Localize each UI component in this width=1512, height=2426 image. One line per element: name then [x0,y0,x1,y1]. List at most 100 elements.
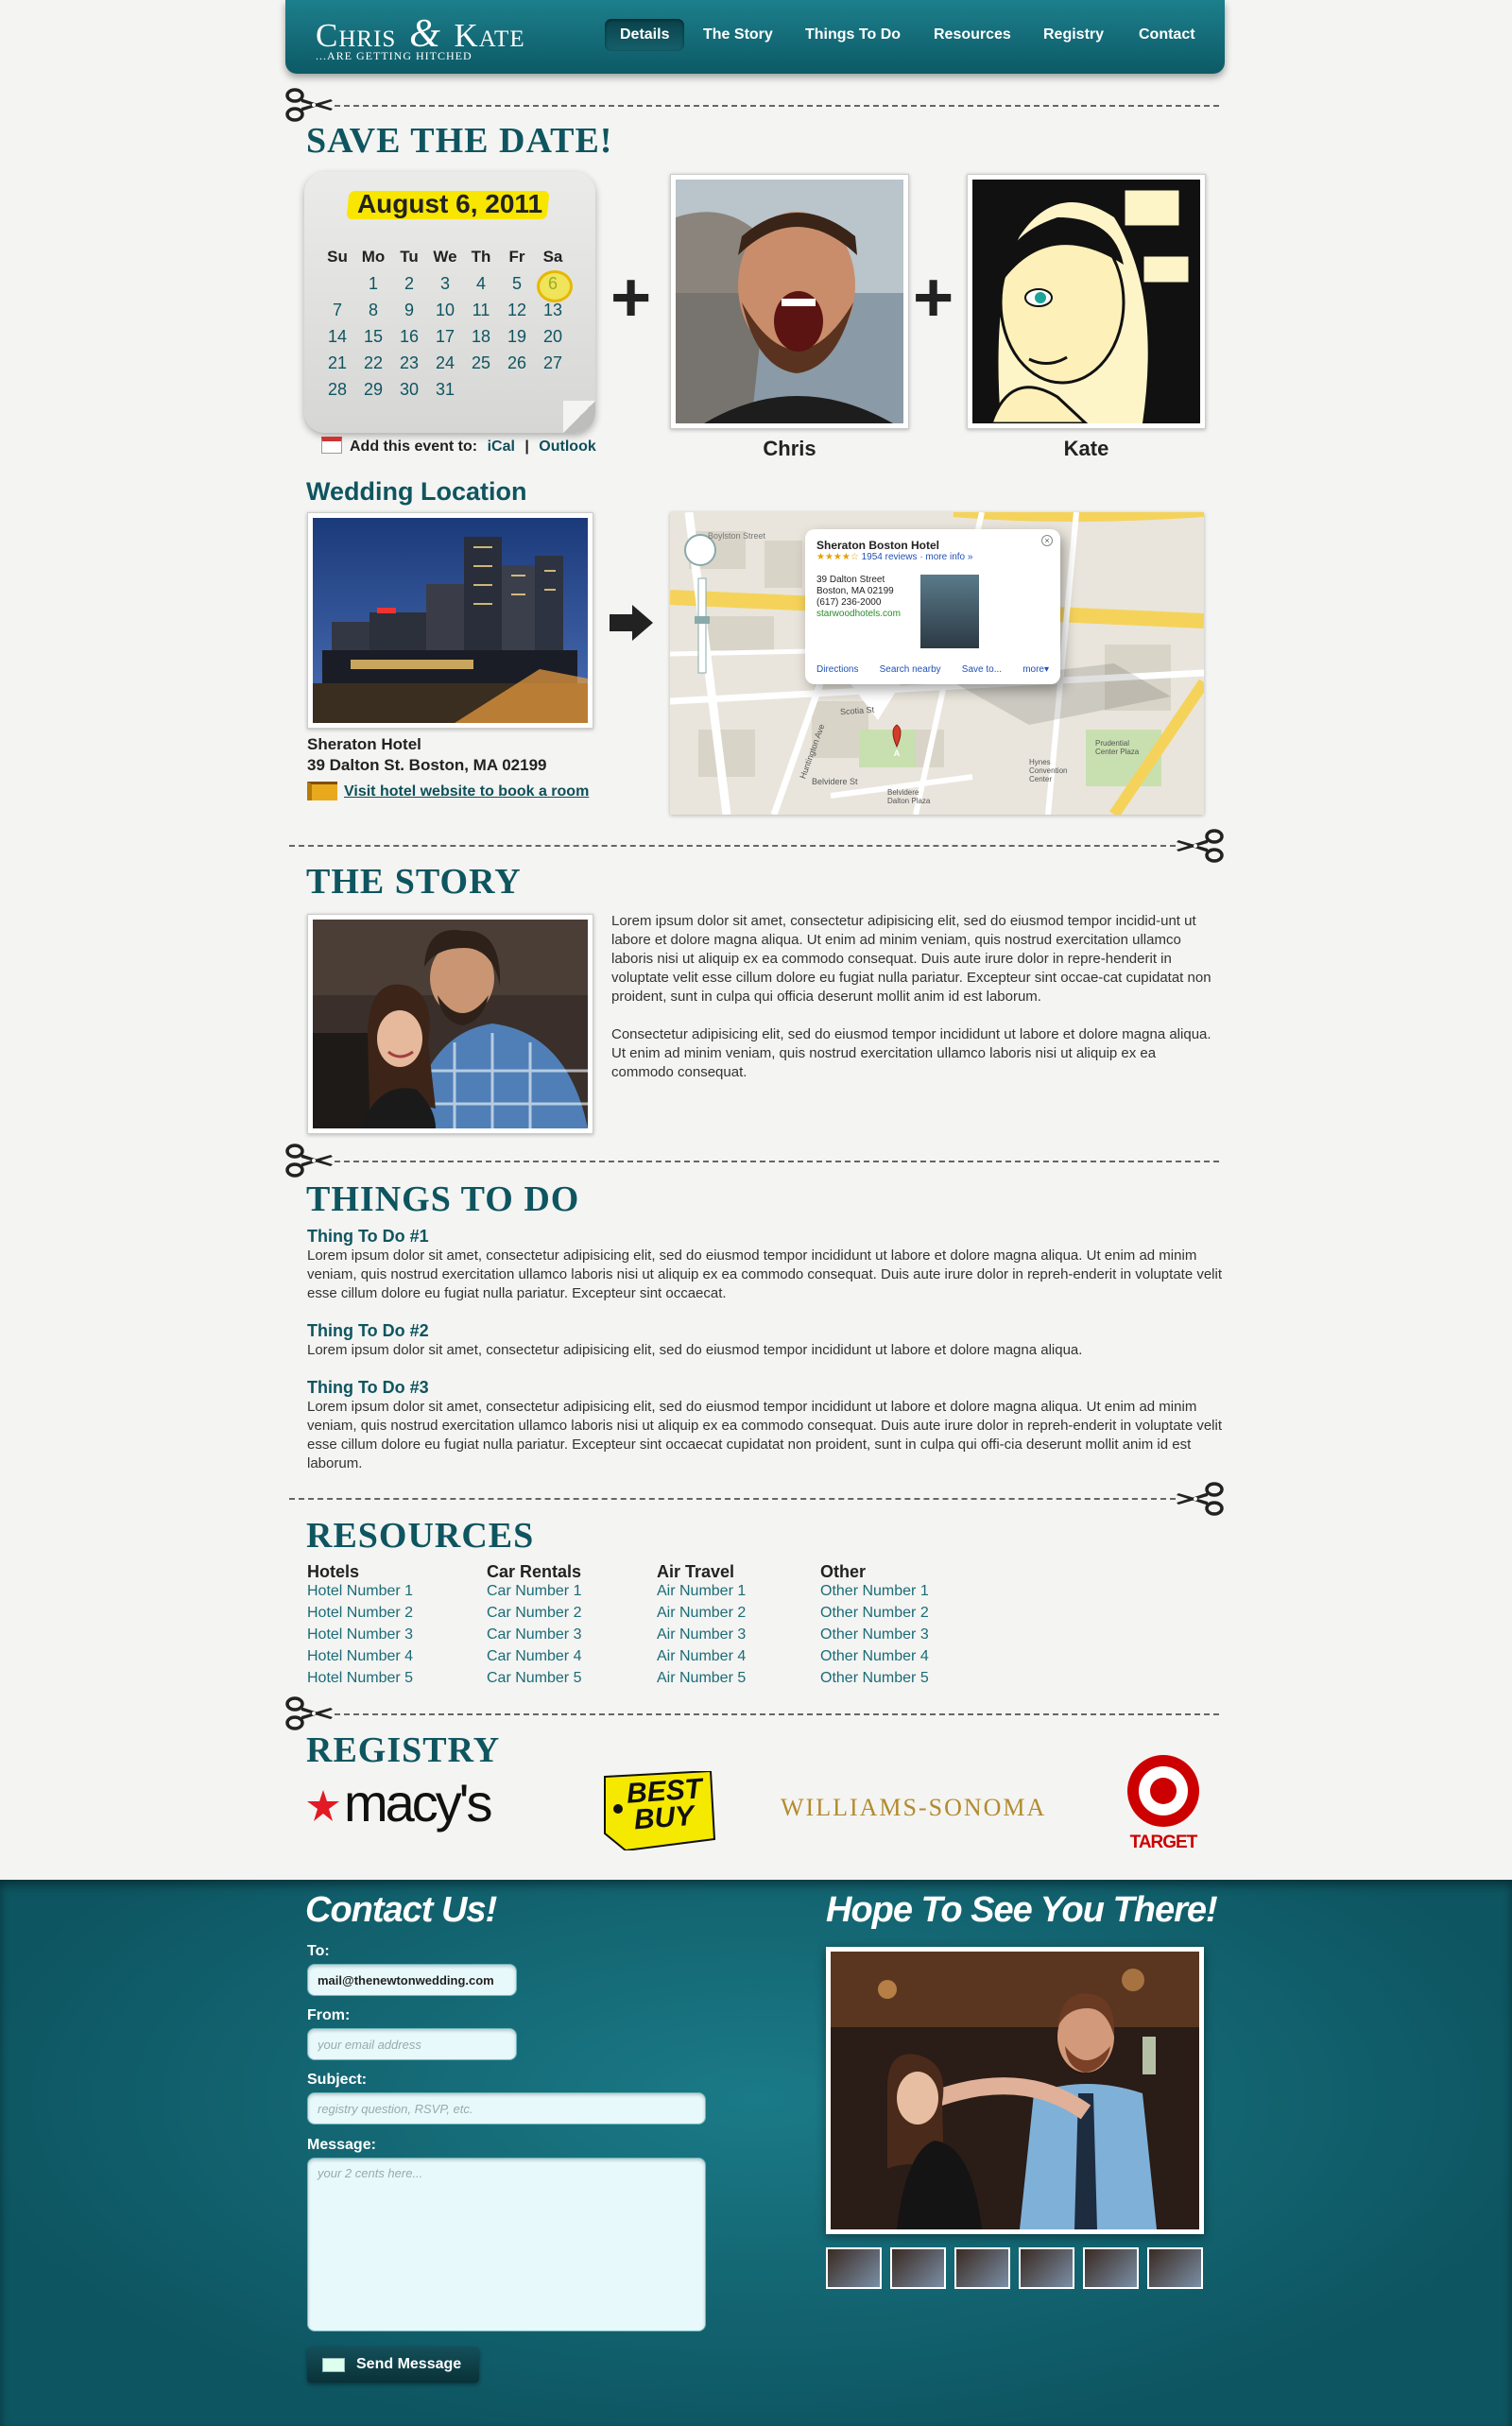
resource-link[interactable]: Other Number 2 [820,1605,929,1622]
thing-text-2: Lorem ipsum dolor sit amet, consectetur … [307,1342,1083,1358]
resource-link[interactable]: Other Number 3 [820,1626,929,1643]
highlighted-day-circle [537,270,573,302]
close-icon[interactable]: × [1041,535,1053,546]
calendar-day: 19 [507,327,527,346]
nav-things-to-do[interactable]: Things To Do [790,19,916,51]
calendar-day: 5 [511,274,522,293]
page-curl [563,401,595,433]
to-field[interactable]: mail@thenewtonwedding.com [307,1964,517,1996]
resource-link[interactable]: Air Number 4 [657,1648,746,1665]
map-more-info-link[interactable]: · more info » [919,552,972,562]
map-search-nearby-link[interactable]: Search nearby [880,664,941,675]
calendar-widget: August 6, 2011 SuMoTuWeThFrSa12345678910… [304,172,595,433]
weekday-mo: Mo [361,248,386,266]
hotel-info: Sheraton Hotel 39 Dalton St. Boston, MA … [307,734,546,776]
resource-heading: Hotels [307,1562,360,1581]
map-phone: (617) 236-2000 [816,597,882,608]
target-bullseye-icon [1127,1755,1199,1827]
resource-link[interactable]: Hotel Number 3 [307,1626,413,1643]
map-street-4: Belvidere St [812,777,858,786]
add-event-bar: Add this event to: iCal | Outlook [321,437,596,456]
macys-star-icon [307,1790,339,1821]
from-field[interactable] [307,2028,517,2060]
nav-resources[interactable]: Resources [919,19,1026,51]
hotel-name: Sheraton Hotel [307,735,421,753]
weekday-su: Su [327,248,348,266]
send-button-label: Send Message [356,2356,462,2372]
visit-hotel-link[interactable]: Visit hotel website to book a room [344,783,589,800]
gallery-thumbnail[interactable] [954,2247,1010,2289]
google-map[interactable]: Boylston Street Scotia St Huntington Ave… [670,512,1204,815]
resource-link[interactable]: Car Number 5 [487,1670,581,1687]
nav-details[interactable]: Details [605,19,685,51]
map-save-link[interactable]: Save to... [962,664,1002,675]
thing-text-1: Lorem ipsum dolor sit amet, consectetur … [307,1247,1223,1301]
resource-link[interactable]: Air Number 1 [657,1583,746,1600]
gallery-thumbnail[interactable] [1083,2247,1139,2289]
calendar-day: 28 [327,380,348,399]
resource-link[interactable]: Other Number 1 [820,1583,929,1600]
resource-link[interactable]: Car Number 4 [487,1648,581,1665]
resource-link[interactable]: Car Number 1 [487,1583,581,1600]
resource-link[interactable]: Air Number 2 [657,1605,746,1622]
target-logo[interactable]: TARGET [1121,1753,1206,1857]
map-website-link[interactable]: starwoodhotels.com [816,609,901,620]
calendar-day: 7 [332,301,342,319]
resource-link[interactable]: Hotel Number 2 [307,1605,413,1622]
calendar-date: August 6, 2011 [356,189,543,218]
section-title-resources: Resources [306,1516,535,1556]
rating-stars: ★★★★☆ [816,552,859,562]
section-divider [335,1713,1219,1715]
to-label: To: [307,1943,330,1959]
map-more-link[interactable]: more▾ [1022,664,1049,675]
calendar-icon [321,437,342,454]
gallery-thumbnail[interactable] [890,2247,946,2289]
nav-contact[interactable]: Contact [1124,19,1211,51]
resource-link[interactable]: Car Number 3 [487,1626,581,1643]
contact-title: Contact Us! [305,1890,497,1930]
subject-field[interactable] [307,2092,706,2125]
gallery-thumbnail[interactable] [1019,2247,1074,2289]
resource-link[interactable]: Other Number 4 [820,1648,929,1665]
plus-icon: + [913,258,954,336]
resource-link[interactable]: Car Number 2 [487,1605,581,1622]
map-reviews-link[interactable]: 1954 reviews [862,552,918,562]
hotel-thumbnail [920,575,979,648]
calendar-day: 15 [363,327,384,346]
macys-logo[interactable]: macy's [306,1777,514,1833]
gallery-main-photo[interactable] [826,1947,1204,2234]
resource-link[interactable]: Other Number 5 [820,1670,929,1687]
calendar-day: 30 [399,380,420,399]
williams-sonoma-logo[interactable]: WILLIAMS-SONOMA [781,1794,1046,1822]
outlook-link[interactable]: Outlook [539,439,595,455]
resource-link[interactable]: Air Number 5 [657,1670,746,1687]
nav-the-story[interactable]: The Story [688,19,788,51]
link-separator: | [524,439,529,455]
bestbuy-logo[interactable]: BEST BUY [603,1771,716,1850]
resource-link[interactable]: Hotel Number 5 [307,1670,413,1687]
send-message-button[interactable]: Send Message [307,2347,479,2383]
macys-wordmark: macy's [344,1773,492,1832]
resource-link[interactable]: Hotel Number 1 [307,1583,413,1600]
gallery-thumbnail[interactable] [826,2247,882,2289]
calendar-day: 12 [507,301,527,319]
hotel-photo [307,512,593,729]
message-field[interactable] [307,2158,706,2331]
calendar-day: 1 [368,274,378,293]
resource-link[interactable]: Hotel Number 4 [307,1648,413,1665]
calendar-day: 8 [368,301,378,319]
nav-registry[interactable]: Registry [1028,19,1119,51]
thing-text-3: Lorem ipsum dolor sit amet, consectetur … [307,1399,1223,1471]
chris-portrait-image [676,180,903,423]
resource-heading: Car Rentals [487,1562,582,1581]
ical-link[interactable]: iCal [488,439,515,455]
map-marker[interactable]: A [887,748,906,758]
weekday-we: We [433,248,457,266]
resource-link[interactable]: Air Number 3 [657,1626,746,1643]
gallery-thumbnail[interactable] [1147,2247,1203,2289]
map-street-6: Hynes Convention Center [1029,758,1068,783]
weekday-tu: Tu [400,248,419,266]
map-directions-link[interactable]: Directions [816,664,858,675]
section-divider [335,1161,1219,1162]
map-popup-title: Sheraton Boston Hotel [816,539,940,552]
